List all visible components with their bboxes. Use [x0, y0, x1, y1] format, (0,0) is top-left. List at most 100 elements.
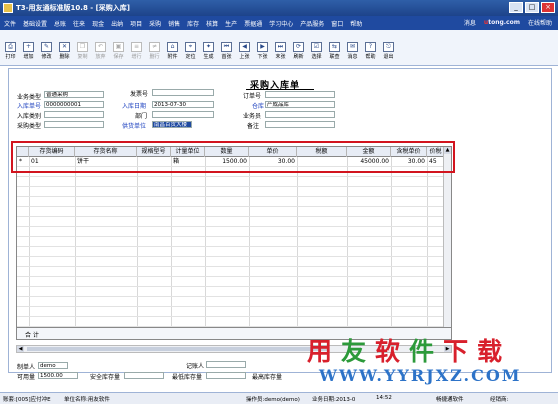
scroll-thumb[interactable] [27, 347, 327, 351]
available-qty-label: 可用量 [17, 374, 36, 381]
menu-learning[interactable]: 学习中心 [269, 19, 293, 28]
menu-bills[interactable]: 票据通 [244, 19, 262, 28]
safety-stock-label: 安全库存量 [90, 374, 121, 381]
invoice-no-field[interactable] [152, 89, 214, 96]
menu-sales[interactable]: 销售 [168, 19, 180, 28]
scroll-left-icon[interactable]: ◀ [17, 346, 24, 352]
toolbar-button-label: 修改 [41, 54, 52, 60]
warehouse-label: 仓库 [252, 103, 265, 110]
messages-link[interactable]: 消息 [464, 18, 476, 27]
menu-costing[interactable]: 核算 [206, 19, 218, 28]
save-icon: ▣ [113, 42, 124, 52]
toolbar-button-printer[interactable]: ⎙ 打印 [2, 42, 19, 64]
toolbar-button-save[interactable]: ▣ 保存 [110, 42, 127, 64]
toolbar-button-refresh[interactable]: ⟳ 刷新 [290, 42, 307, 64]
receipt-date-field[interactable]: 2013-07-30 [152, 101, 214, 108]
grid-hline [17, 206, 445, 207]
minimize-button[interactable]: _ [509, 2, 523, 13]
locate-icon: ⌖ [185, 42, 196, 52]
message-icon: ✉ [347, 42, 358, 52]
menu-window[interactable]: 窗口 [331, 19, 343, 28]
toolbar-button-add-row[interactable]: ≡ 增行 [128, 42, 145, 64]
grid-hline [17, 186, 445, 187]
menu-accounts[interactable]: 往来 [73, 19, 85, 28]
grid-vline [29, 157, 30, 327]
prev-icon: ◀ [239, 42, 250, 52]
toolbar-button-edit[interactable]: ✎ 修改 [38, 42, 55, 64]
warehouse-field[interactable]: 产成品库 [265, 101, 335, 108]
toolbar-button-label: 帮助 [365, 54, 376, 60]
purchase-type-field[interactable] [44, 121, 104, 128]
status-vendor: 畅捷通软件 [436, 397, 464, 403]
attach-icon: ⌂ [167, 42, 178, 52]
department-field[interactable] [152, 111, 214, 118]
close-button[interactable]: × [541, 2, 555, 13]
status-hotline: 经销商: [490, 397, 509, 403]
menu-inventory[interactable]: 库存 [187, 19, 199, 28]
toolbar-button-label: 下张 [257, 54, 268, 60]
watermark-char: 下 [443, 337, 478, 366]
order-no-field[interactable] [265, 91, 335, 98]
toolbar-button-first[interactable]: ⏮ 首张 [218, 42, 235, 64]
grid-vertical-scrollbar[interactable]: ▲ [443, 147, 451, 329]
toolbar-button-copy[interactable]: ❐ 复制 [74, 42, 91, 64]
menu-cashier[interactable]: 出纳 [111, 19, 123, 28]
supplier-field[interactable]: 南昌百货大楼 [152, 121, 192, 128]
detail-grid: 存货编码 存货名称 规格型号 计量单位 数量 单价 税额 金额 含税单价 价税 … [16, 146, 452, 340]
toolbar-button-add[interactable]: + 增加 [20, 42, 37, 64]
grid-hline [17, 226, 445, 227]
menu-general-ledger[interactable]: 总账 [54, 19, 66, 28]
menu-help[interactable]: 帮助 [350, 19, 362, 28]
toolbar-button-label: 增加 [23, 54, 34, 60]
toolbar-button-label: 选择 [311, 54, 322, 60]
menu-services[interactable]: 产品服务 [300, 19, 324, 28]
toolbar-button-linked-query[interactable]: ⇆ 联查 [326, 42, 343, 64]
status-biz-date: 业务日期:2013-0 [312, 397, 356, 403]
creator-label: 制单人 [17, 364, 36, 371]
menu-project[interactable]: 项目 [130, 19, 142, 28]
order-no-label: 订单号 [243, 93, 262, 100]
purchase-type-label: 采购类型 [17, 123, 42, 130]
watermark-char: 件 [409, 337, 444, 366]
menu-production[interactable]: 生产 [225, 19, 237, 28]
next-icon: ▶ [257, 42, 268, 52]
min-stock-label: 最低库存量 [172, 374, 203, 381]
toolbar-button-help[interactable]: ? 帮助 [362, 42, 379, 64]
menu-cash[interactable]: 现金 [92, 19, 104, 28]
online-help-link[interactable]: 在线帮助 [528, 18, 552, 27]
toolbar-button-delete-row[interactable]: ≠ 删行 [146, 42, 163, 64]
grid-hline [17, 196, 445, 197]
copy-icon: ❐ [77, 42, 88, 52]
status-account: 账套:[005]应付冲E [3, 397, 51, 403]
toolbar-button-select[interactable]: ☑ 选择 [308, 42, 325, 64]
watermark-char: 载 [477, 337, 512, 366]
watermark-title: 用友软件下载 [307, 332, 511, 368]
toolbar-button-message[interactable]: ✉ 消息 [344, 42, 361, 64]
bookkeeper-field [206, 361, 246, 368]
window-controls: _ □ × [509, 2, 555, 13]
receipt-category-field[interactable] [44, 111, 104, 118]
receipt-no-field[interactable]: 0000000001 [44, 101, 104, 108]
available-qty-field: 1500.00 [38, 372, 78, 379]
salesperson-label: 业务员 [243, 113, 262, 120]
toolbar-button-abandon[interactable]: ↶ 放弃 [92, 42, 109, 64]
remark-field[interactable] [265, 121, 335, 128]
salesperson-field[interactable] [265, 111, 335, 118]
toolbar-button-last[interactable]: ⏭ 末张 [272, 42, 289, 64]
menu-file[interactable]: 文件 [4, 19, 16, 28]
maximize-button[interactable]: □ [525, 2, 539, 13]
refresh-icon: ⟳ [293, 42, 304, 52]
toolbar-button-next[interactable]: ▶ 下张 [254, 42, 271, 64]
toolbar-button-exit[interactable]: ⎋ 退出 [380, 42, 397, 64]
toolbar-button-attach[interactable]: ⌂ 附件 [164, 42, 181, 64]
menu-purchase[interactable]: 采购 [149, 19, 161, 28]
business-type-field[interactable]: 普通采购 [44, 91, 104, 98]
toolbar-button-delete[interactable]: ✕ 删除 [56, 42, 73, 64]
toolbar-button-prev[interactable]: ◀ 上张 [236, 42, 253, 64]
invoice-no-label: 发票号 [130, 91, 149, 98]
status-time: 14:52 [376, 395, 392, 401]
toolbar-button-locate[interactable]: ⌖ 定位 [182, 42, 199, 64]
menu-basic-settings[interactable]: 基础设置 [23, 19, 47, 28]
grid-vline [347, 157, 348, 327]
toolbar-button-generate[interactable]: ✦ 生成 [200, 42, 217, 64]
